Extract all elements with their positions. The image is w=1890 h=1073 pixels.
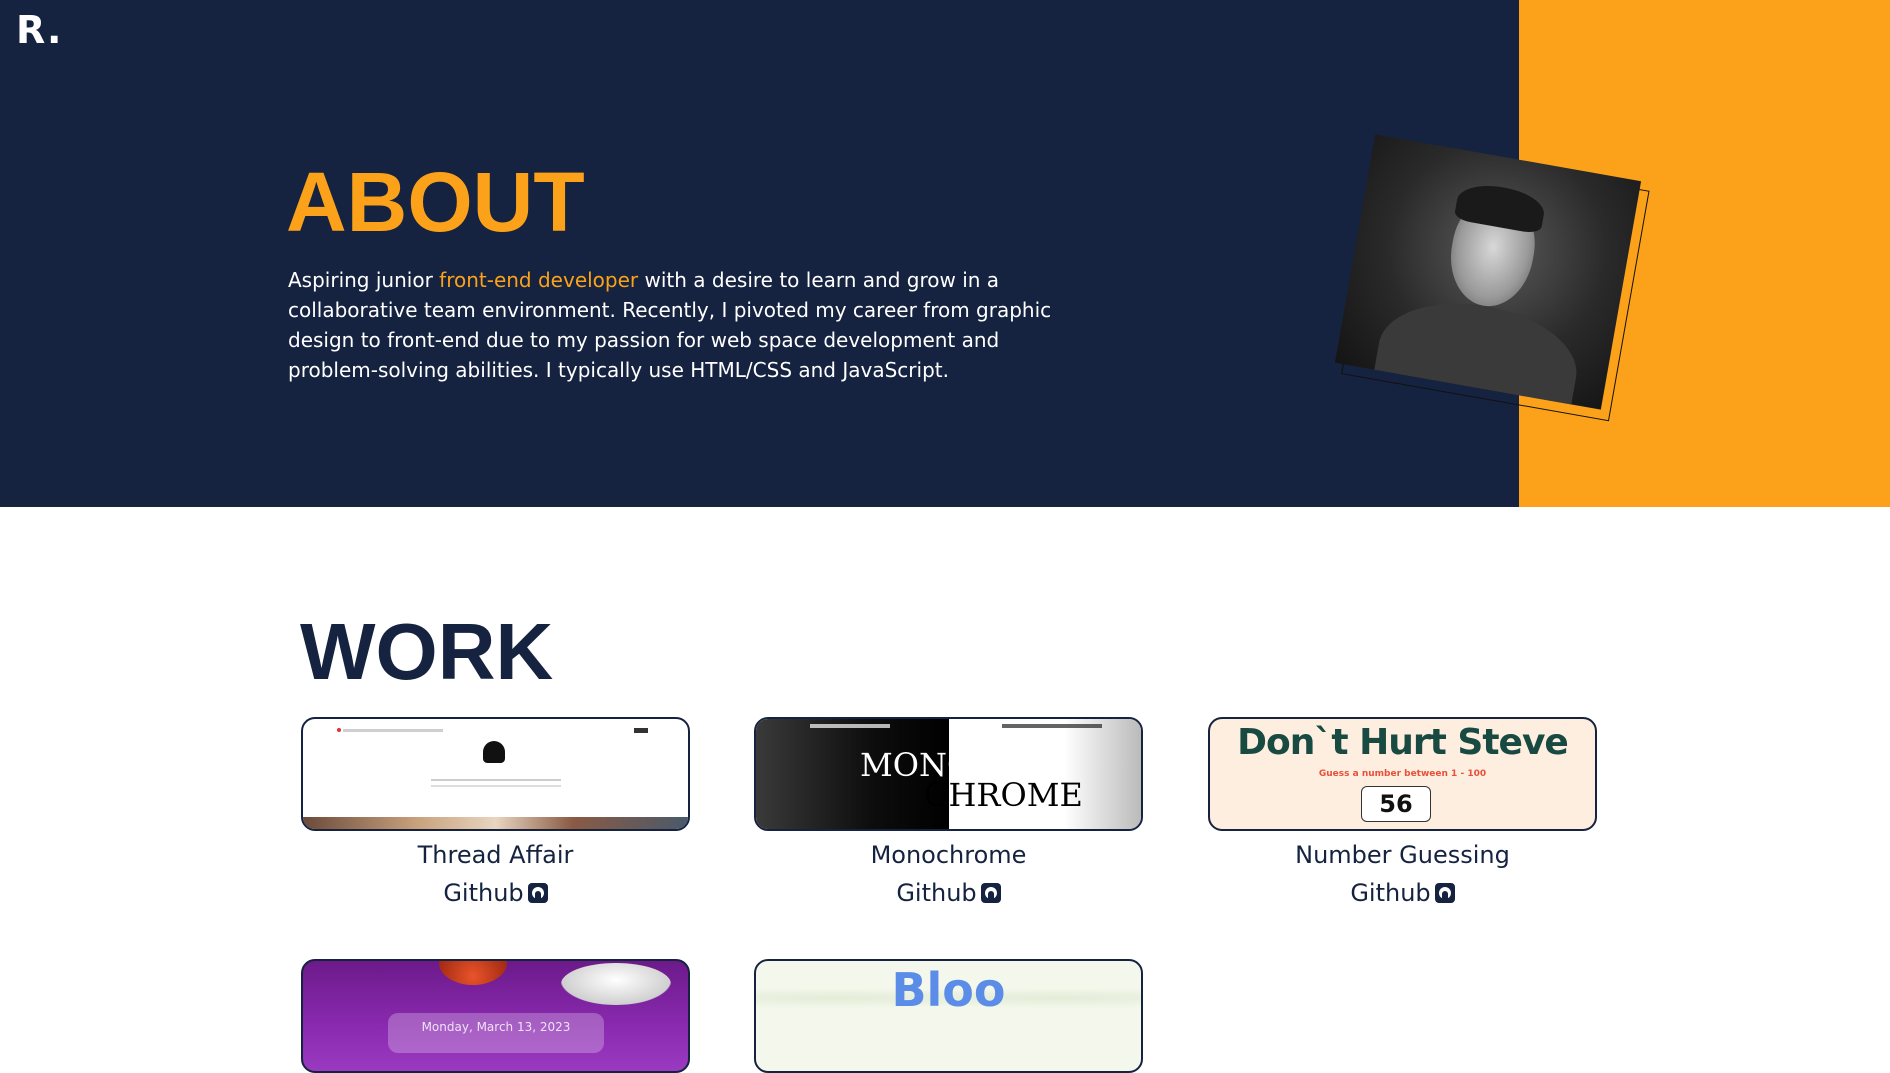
thumb-topline	[343, 729, 443, 732]
thumb-dot	[337, 728, 341, 732]
thumb-brand-logo	[483, 741, 505, 763]
about-text-start: Aspiring junior	[288, 268, 440, 292]
project-thumb-monochrome[interactable]: MONO CHROME	[754, 717, 1143, 831]
project-title: Number Guessing	[1295, 841, 1510, 869]
thumb-nav	[431, 779, 561, 781]
github-link[interactable]: Github	[1208, 874, 1597, 912]
github-link-label[interactable]: Github	[896, 879, 976, 907]
thumb-planet	[439, 961, 507, 985]
project-title: Monochrome	[870, 841, 1027, 869]
thumb-topbar-right	[1002, 724, 1102, 728]
work-title: WORK	[300, 607, 554, 696]
project-thumb-number-guessing[interactable]: Don`t Hurt Steve Guess a number between …	[1208, 717, 1597, 831]
github-link-label[interactable]: Github	[443, 879, 523, 907]
project-title: Thread Affair	[417, 841, 574, 869]
github-icon[interactable]	[980, 883, 1001, 903]
about-highlight: front-end developer	[439, 268, 639, 292]
thumb-game-title: Don`t Hurt Steve	[1237, 722, 1569, 763]
thumb-text-chrome: CHROME	[924, 776, 1083, 814]
thumb-guess-value: 56	[1361, 786, 1431, 822]
thumb-icons	[634, 728, 648, 733]
project-thumb-weather[interactable]: Monday, March 13, 2023	[301, 959, 690, 1073]
cloud-icon	[561, 963, 671, 1005]
github-icon[interactable]	[1434, 883, 1455, 903]
github-link[interactable]: Github	[754, 874, 1143, 912]
github-link[interactable]: Github	[301, 874, 690, 912]
project-thumb-bloo[interactable]: Bloo	[754, 959, 1143, 1073]
github-icon[interactable]	[527, 883, 548, 903]
thumb-bloo-title: Bloo	[891, 963, 1006, 1017]
profile-photo-frame	[1334, 134, 1650, 422]
github-link-label[interactable]: Github	[1350, 879, 1430, 907]
thumb-nav-sub	[431, 785, 561, 787]
profile-photo	[1334, 134, 1642, 410]
about-text: Aspiring junior front-end developer with…	[288, 265, 1078, 385]
thumb-date-pill: Monday, March 13, 2023	[388, 1013, 604, 1053]
about-title: ABOUT	[286, 155, 585, 249]
thumb-topbar-left	[810, 724, 890, 728]
thumb-game-subtitle: Guess a number between 1 - 100	[1318, 769, 1487, 779]
project-thumb-thread-affair[interactable]	[301, 717, 690, 831]
logo[interactable]: R.	[16, 8, 62, 52]
thumb-hero-strip	[303, 817, 688, 829]
